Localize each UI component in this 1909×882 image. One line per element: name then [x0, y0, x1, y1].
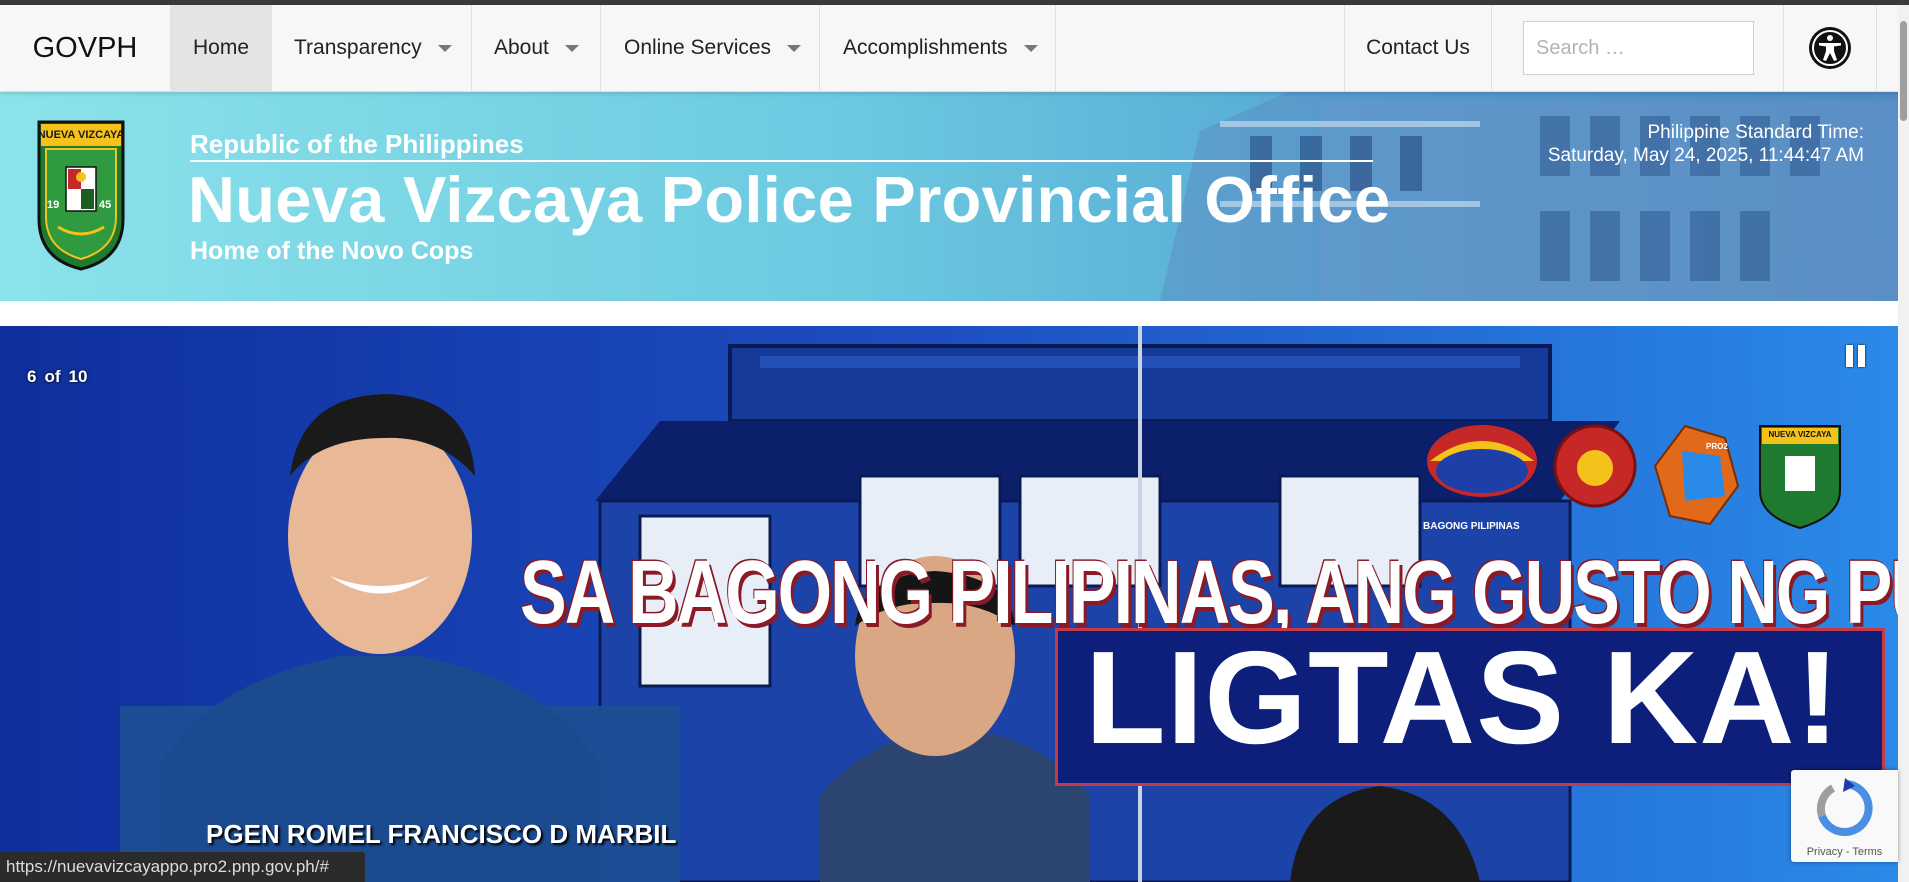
- accessibility-button[interactable]: [1783, 5, 1877, 91]
- pst-label: Philippine Standard Time:: [1647, 122, 1864, 143]
- logo-badge-text: NUEVA VIZCAYA: [1768, 430, 1832, 439]
- accessibility-icon: [1809, 27, 1851, 69]
- recaptcha-terms-link[interactable]: Terms: [1852, 846, 1882, 858]
- recaptcha-badge[interactable]: Privacy - Terms: [1791, 770, 1898, 862]
- slide-current: 6: [27, 367, 37, 386]
- nav-accomplishments[interactable]: Accomplishments: [820, 5, 1056, 91]
- seal-year-right: 45: [99, 199, 112, 211]
- slide-emphasis: LIGTAS KA!: [1085, 624, 1841, 771]
- nav-transparency-label: Transparency: [294, 36, 422, 59]
- govph-brand-link[interactable]: GOVPH: [0, 5, 171, 91]
- pause-icon[interactable]: [1846, 345, 1868, 367]
- pst-clock: Saturday, May 24, 2025, 11:44:47 AM: [1547, 145, 1864, 166]
- slide-of-label: of: [44, 367, 61, 386]
- nav-contact-us[interactable]: Contact Us: [1344, 5, 1492, 91]
- chevron-down-icon: [787, 44, 802, 52]
- nav-contact-us-label: Contact Us: [1366, 36, 1470, 59]
- page-scrollbar[interactable]: [1898, 5, 1909, 882]
- chevron-down-icon: [1023, 44, 1038, 52]
- agency-logos: PRO2 NUEVA VIZCAYA: [1420, 416, 1880, 536]
- site-title[interactable]: Nueva Vizcaya Police Provincial Office: [188, 162, 1390, 237]
- chevron-down-icon: [437, 44, 452, 52]
- site-header: NUEVA VIZCAYA 19 45 Republic of the Phil…: [0, 91, 1898, 301]
- scrollbar-thumb[interactable]: [1900, 21, 1907, 121]
- nav-accomplishments-label: Accomplishments: [843, 36, 1008, 59]
- recaptcha-links: Privacy - Terms: [1791, 846, 1898, 858]
- nueva-vizcaya-seal: NUEVA VIZCAYA 19 45: [36, 119, 126, 271]
- browser-status-url: https://nuevavizcayappo.pro2.pnp.gov.ph/…: [0, 852, 365, 882]
- site-tagline: Home of the Novo Cops: [190, 237, 474, 265]
- seal-top-text: NUEVA VIZCAYA: [37, 129, 125, 141]
- top-navbar: GOVPH Home Transparency About Online Ser…: [0, 5, 1898, 92]
- slide-counter: 6 of 10: [27, 367, 95, 387]
- republic-label: Republic of the Philippines: [190, 129, 524, 159]
- nav-home-label: Home: [192, 36, 250, 59]
- nav-about-label: About: [494, 36, 549, 59]
- nav-about[interactable]: About: [472, 5, 601, 91]
- chevron-down-icon: [564, 44, 579, 52]
- nav-online-services-label: Online Services: [624, 36, 772, 59]
- seal-year-left: 19: [47, 199, 60, 211]
- recaptcha-separator: -: [1842, 846, 1853, 858]
- search-input[interactable]: [1523, 21, 1754, 75]
- logo-pro-text: PRO2: [1706, 442, 1728, 451]
- slide-total: 10: [68, 367, 88, 386]
- nav-online-services[interactable]: Online Services: [601, 5, 820, 91]
- slide-caption: PGEN ROMEL FRANCISCO D MARBIL: [206, 819, 677, 849]
- recaptcha-privacy-link[interactable]: Privacy: [1807, 846, 1843, 858]
- recaptcha-icon: [1816, 778, 1873, 836]
- hero-slider[interactable]: 6 of 10 PRO2 NUEVA VIZCAYA BAGONG PILIPINA…: [0, 326, 1898, 882]
- nav-transparency[interactable]: Transparency: [272, 5, 472, 91]
- nav-home[interactable]: Home: [171, 5, 272, 91]
- bagong-pilipinas-caption: BAGONG PILIPINAS: [1423, 521, 1520, 532]
